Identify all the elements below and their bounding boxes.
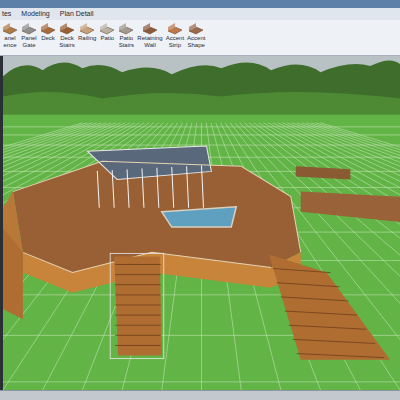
toolbar-button[interactable]: PanelGate — [21, 22, 37, 49]
tool-icon — [142, 22, 158, 35]
tool-icon — [188, 22, 204, 35]
tool-icon — [2, 22, 18, 35]
tool-icon — [99, 22, 115, 35]
menu-tab[interactable]: tes — [2, 9, 11, 19]
toolbar-button[interactable]: AccentStrip — [166, 22, 184, 49]
toolbar-button[interactable]: DeckStairs — [59, 22, 75, 49]
menu-tab[interactable]: Plan Detail — [60, 9, 94, 19]
toolbar-button[interactable]: AccentShape — [187, 22, 205, 49]
status-bar — [0, 390, 400, 400]
menu-bar: tes Modeling Plan Detail — [0, 8, 400, 20]
tool-icon — [118, 22, 134, 35]
toolbar-button[interactable]: anelence — [2, 22, 18, 49]
tool-icon — [59, 22, 75, 35]
toolbar-button[interactable]: RetainingWall — [137, 22, 162, 49]
tool-icon — [40, 22, 56, 35]
tool-icon — [79, 22, 95, 35]
toolbar-button[interactable]: PatioStairs — [118, 22, 134, 49]
menu-tab[interactable]: Modeling — [21, 9, 49, 19]
toolbar-button[interactable]: Railing — [78, 22, 96, 42]
app-window: tesModelingPlan DetailanelencePanelGateD… — [0, 0, 400, 400]
toolbar-button[interactable]: Patio — [99, 22, 115, 42]
toolbar: anelencePanelGateDeckDeckStairsRailingPa… — [0, 20, 400, 56]
tool-icon — [167, 22, 183, 35]
viewport[interactable] — [0, 56, 400, 390]
tool-icon — [21, 22, 37, 35]
toolbar-button[interactable]: Deck — [40, 22, 56, 42]
title-bar — [0, 0, 400, 8]
3d-viewport[interactable] — [3, 56, 400, 390]
